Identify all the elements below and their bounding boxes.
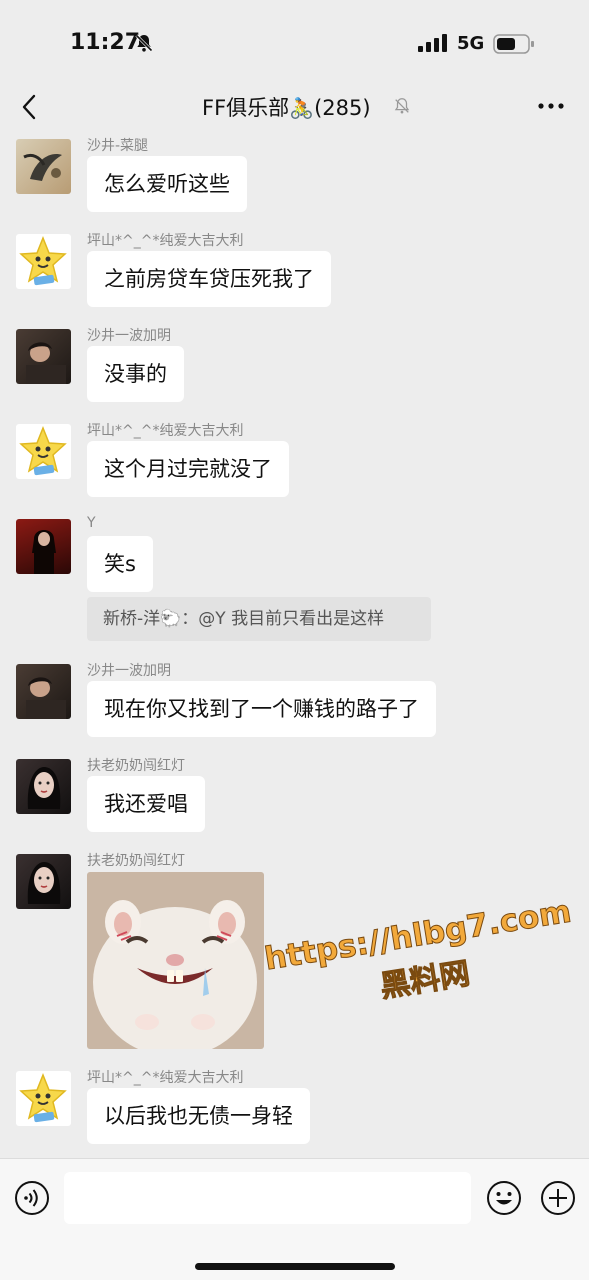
chat-title-text: FF俱乐部: [202, 96, 290, 120]
watermark: https://hlbg7.com 黑料网: [262, 893, 585, 1051]
hamster-sticker-image[interactable]: [87, 872, 264, 1049]
message-bubble[interactable]: 之前房贷车贷压死我了: [87, 251, 331, 307]
message-input[interactable]: [64, 1172, 471, 1224]
message-bubble[interactable]: 现在你又找到了一个赚钱的路子了: [87, 681, 436, 737]
network-type: 5G: [457, 33, 485, 54]
avatar[interactable]: [16, 1071, 71, 1126]
sender-name: 坪山*^_^*纯爱大吉大利: [87, 1070, 244, 1086]
quoted-reply[interactable]: 新桥-洋🐑：@Y 我目前只看出是这样: [87, 597, 431, 641]
plus-icon[interactable]: [540, 1180, 576, 1216]
avatar[interactable]: [16, 234, 71, 289]
bell-off-icon: [135, 34, 153, 52]
message-bubble[interactable]: 这个月过完就没了: [87, 441, 289, 497]
chat-title: FF俱乐部🚴(285): [202, 92, 371, 122]
bike-emoji-icon: 🚴: [289, 96, 315, 120]
back-arrow-icon[interactable]: [20, 92, 40, 122]
avatar[interactable]: [16, 854, 71, 909]
avatar[interactable]: [16, 424, 71, 479]
avatar[interactable]: [16, 329, 71, 384]
more-icon[interactable]: [538, 96, 564, 116]
voice-icon[interactable]: [14, 1180, 50, 1216]
sender-name: 坪山*^_^*纯爱大吉大利: [87, 423, 244, 439]
avatar[interactable]: [16, 519, 71, 574]
avatar[interactable]: [16, 664, 71, 719]
battery-icon: [493, 34, 534, 54]
input-bar: [0, 1158, 589, 1280]
bell-off-icon: [394, 98, 410, 114]
sender-name: 坪山*^_^*纯爱大吉大利: [87, 233, 244, 249]
message-bubble[interactable]: 以后我也无债一身轻: [87, 1088, 310, 1144]
member-count: (285): [314, 96, 371, 120]
signal-icon: [418, 34, 447, 52]
home-indicator: [195, 1263, 395, 1270]
avatar[interactable]: [16, 139, 71, 194]
status-time: 11:27: [70, 30, 141, 55]
sender-name: 沙井一波加明: [87, 663, 171, 679]
sender-name: 沙井-菜腿: [87, 138, 149, 154]
message-bubble[interactable]: 怎么爱听这些: [87, 156, 247, 212]
message-bubble[interactable]: 笑s: [87, 536, 153, 592]
emoji-icon[interactable]: [486, 1180, 522, 1216]
sender-name: Y: [87, 515, 96, 531]
status-bar: 11:27 5G: [0, 0, 589, 80]
sender-name: 扶老奶奶闯红灯: [87, 758, 185, 774]
sender-name: 沙井一波加明: [87, 328, 171, 344]
sender-name: 扶老奶奶闯红灯: [87, 853, 185, 869]
message-bubble[interactable]: 我还爱唱: [87, 776, 205, 832]
avatar[interactable]: [16, 759, 71, 814]
message-bubble[interactable]: 没事的: [87, 346, 184, 402]
chat-header: FF俱乐部🚴(285): [0, 80, 589, 134]
